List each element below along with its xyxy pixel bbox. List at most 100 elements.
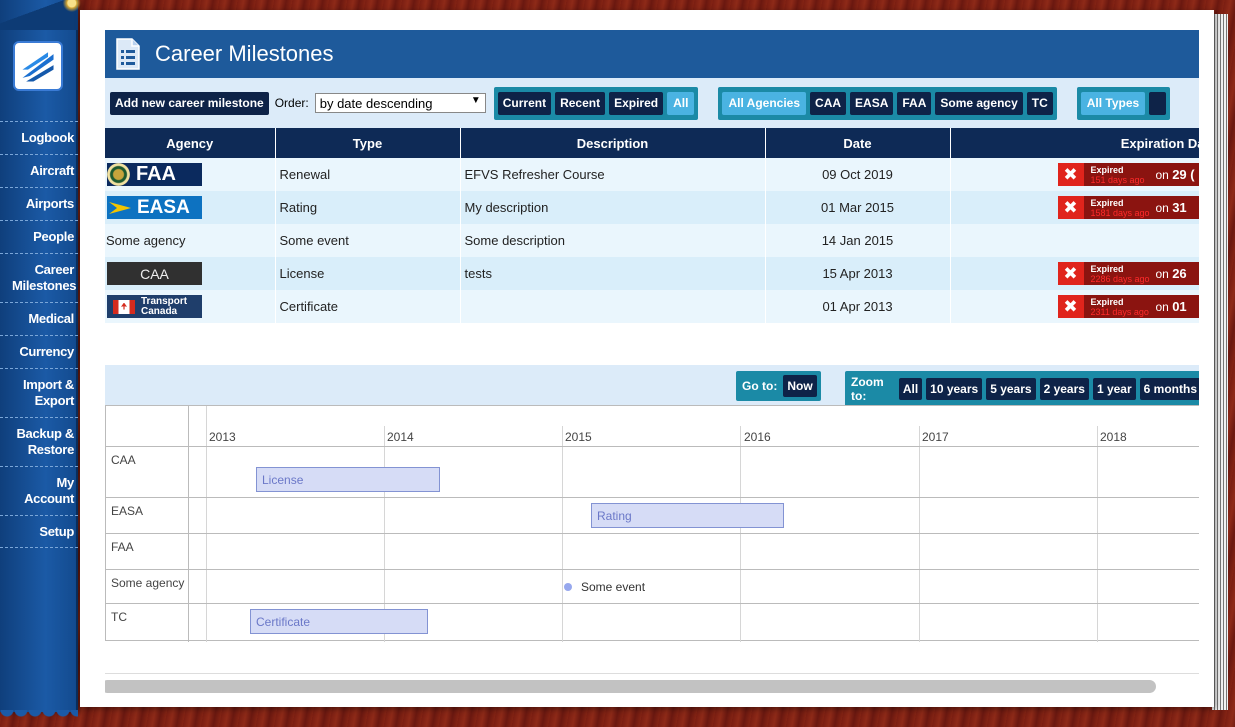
milestones-table: Agency Type Description Date Expiration … bbox=[105, 128, 1199, 323]
timeline-row-divider bbox=[106, 533, 1199, 534]
timeline-row-divider bbox=[106, 603, 1199, 604]
zoom-6-months-button[interactable]: 6 months bbox=[1139, 378, 1199, 400]
filter-agency-tc[interactable]: TC bbox=[1026, 91, 1053, 115]
timeline-group-label: FAA bbox=[111, 540, 134, 554]
sidebar-item-logbook[interactable]: Logbook bbox=[0, 121, 78, 154]
table-row[interactable]: EASA Rating My description 01 Mar 2015 ✖… bbox=[105, 191, 1199, 224]
timeline-gridline bbox=[740, 426, 741, 642]
timeline-year: 2017 bbox=[922, 430, 949, 444]
sidebar-item-label: Career Milestones bbox=[12, 262, 77, 293]
column-header-type[interactable]: Type bbox=[275, 128, 461, 158]
goto-now-button[interactable]: Now bbox=[783, 375, 817, 397]
timeline-item-certificate[interactable]: Certificate bbox=[250, 609, 428, 634]
sidebar-item-backup-restore[interactable]: Backup & Restore bbox=[0, 417, 78, 466]
expiration-cell: ✖ Expired 1581 days ago on 31 bbox=[950, 191, 1199, 224]
sidebar-zipper bbox=[0, 710, 78, 720]
filter-agency-faa[interactable]: FAA bbox=[897, 91, 932, 115]
expired-on-date: 26 bbox=[1172, 266, 1187, 281]
agency-logo-text: EASA bbox=[137, 196, 190, 218]
timeline-year: 2013 bbox=[209, 430, 236, 444]
filter-all-types[interactable]: All Types bbox=[1080, 91, 1146, 115]
timeline-group-label: CAA bbox=[111, 453, 136, 467]
type-cell: Some event bbox=[275, 224, 461, 257]
timeline-gridline bbox=[562, 426, 563, 642]
expiration-cell: ✖ Expired 2311 days ago on 01 bbox=[950, 290, 1199, 323]
column-header-expiration[interactable]: Expiration Da bbox=[950, 128, 1199, 158]
sidebar-item-label: Medical bbox=[28, 311, 74, 326]
description-cell: My description bbox=[460, 191, 766, 224]
filter-all-agencies[interactable]: All Agencies bbox=[722, 91, 807, 115]
description-cell bbox=[460, 290, 766, 323]
filter-all[interactable]: All bbox=[667, 91, 695, 115]
agency-cell: Transport Canada bbox=[105, 290, 276, 323]
timeline-item-some-event[interactable]: Some event bbox=[564, 580, 645, 594]
expired-ago: 2286 days ago bbox=[1090, 273, 1150, 284]
expired-x-icon: ✖ bbox=[1057, 295, 1084, 318]
timeline-item-label: License bbox=[262, 472, 304, 487]
horizontal-scrollbar[interactable] bbox=[105, 680, 1156, 693]
sidebar-item-label: Airports bbox=[25, 196, 74, 211]
expired-x-icon: ✖ bbox=[1057, 262, 1084, 285]
timeline-point-dot bbox=[564, 583, 572, 591]
sidebar-item-career-milestones[interactable]: Career Milestones bbox=[0, 253, 78, 302]
filter-expired[interactable]: Expired bbox=[609, 91, 664, 115]
filter-current[interactable]: Current bbox=[497, 91, 552, 115]
column-header-date[interactable]: Date bbox=[765, 128, 951, 158]
timeline-row-divider bbox=[106, 497, 1199, 498]
date-cell: 15 Apr 2013 bbox=[765, 257, 951, 290]
sidebar-item-people[interactable]: People bbox=[0, 220, 78, 253]
table-row[interactable]: FAA Renewal EFVS Refresher Course 09 Oct… bbox=[105, 158, 1199, 191]
agency-cell: EASA bbox=[105, 191, 276, 224]
zoom-all-button[interactable]: All bbox=[898, 378, 923, 400]
pin-icon bbox=[48, 0, 82, 14]
timeline-label-divider bbox=[188, 406, 189, 642]
filter-type-next[interactable] bbox=[1149, 91, 1166, 115]
expired-status: Expired bbox=[1090, 197, 1124, 208]
add-milestone-button[interactable]: Add new career milestone bbox=[110, 91, 269, 115]
sidebar-item-import-export[interactable]: Import & Export bbox=[0, 368, 78, 417]
timeline-item-rating[interactable]: Rating bbox=[591, 503, 784, 528]
order-select[interactable]: by date descending ▼ bbox=[314, 93, 486, 113]
expired-status: Expired bbox=[1090, 164, 1124, 175]
timeline-group-label: Some agency bbox=[111, 576, 185, 590]
zoom-1-year-button[interactable]: 1 year bbox=[1092, 378, 1136, 400]
agency-logo-text: CAA bbox=[140, 265, 169, 282]
column-header-agency[interactable]: Agency bbox=[105, 128, 276, 158]
app-logo[interactable] bbox=[15, 43, 61, 89]
filter-agency-easa[interactable]: EASA bbox=[850, 91, 894, 115]
timeline-year: 2016 bbox=[744, 430, 771, 444]
timeline-year: 2018 bbox=[1100, 430, 1127, 444]
expired-ago: 1581 days ago bbox=[1090, 207, 1150, 218]
agency-cell: FAA bbox=[105, 158, 276, 191]
sidebar-item-medical[interactable]: Medical bbox=[0, 302, 78, 335]
expired-badge: ✖ Expired 2286 days ago on 26 bbox=[1057, 262, 1199, 285]
timeline[interactable]: 2013 2014 2015 2016 2017 2018 CAA EASA F… bbox=[105, 405, 1199, 642]
sidebar-item-airports[interactable]: Airports bbox=[0, 187, 78, 220]
filter-agency-caa[interactable]: CAA bbox=[810, 91, 847, 115]
expired-on-label: on bbox=[1155, 201, 1169, 215]
agency-logo-text: FAA bbox=[136, 163, 176, 185]
filter-agency-some[interactable]: Some agency bbox=[935, 91, 1023, 115]
sidebar-item-setup[interactable]: Setup bbox=[0, 515, 78, 548]
table-row[interactable]: CAA License tests 15 Apr 2013 ✖ Expired 2… bbox=[105, 257, 1199, 290]
zoom-10-years-button[interactable]: 10 years bbox=[926, 378, 983, 400]
timeline-group-label: EASA bbox=[111, 504, 144, 518]
expired-x-icon: ✖ bbox=[1057, 163, 1084, 186]
sidebar-item-currency[interactable]: Currency bbox=[0, 335, 78, 368]
sidebar-item-label: My Account bbox=[24, 475, 74, 506]
sidebar-item-label: Backup & Restore bbox=[16, 426, 74, 457]
table-row[interactable]: Transport Canada Certificate 01 Apr 2013… bbox=[105, 290, 1199, 323]
expired-on-date: 01 bbox=[1172, 299, 1187, 314]
expired-status: Expired bbox=[1090, 263, 1124, 274]
zoom-5-years-button[interactable]: 5 years bbox=[986, 378, 1036, 400]
sidebar-item-my-account[interactable]: My Account bbox=[0, 466, 78, 515]
timeline-item-license[interactable]: License bbox=[256, 467, 440, 492]
zoom-2-years-button[interactable]: 2 years bbox=[1039, 378, 1089, 400]
column-header-description[interactable]: Description bbox=[460, 128, 766, 158]
caa-logo: CAA bbox=[107, 262, 202, 285]
sidebar-item-aircraft[interactable]: Aircraft bbox=[0, 154, 78, 187]
order-select-value: by date descending bbox=[319, 95, 433, 111]
filter-recent[interactable]: Recent bbox=[555, 91, 606, 115]
agency-cell: Some agency bbox=[105, 224, 276, 257]
table-row[interactable]: Some agency Some event Some description … bbox=[105, 224, 1199, 257]
